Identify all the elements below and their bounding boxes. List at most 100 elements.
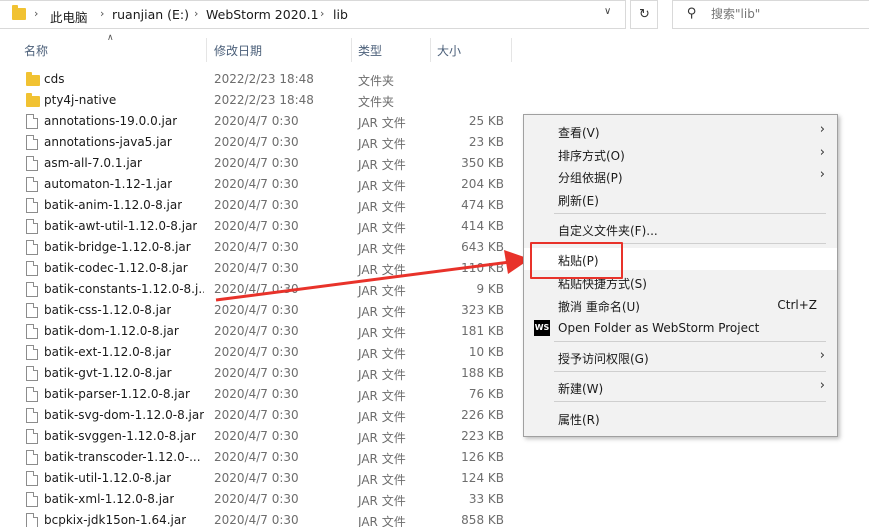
file-type: JAR 文件	[358, 389, 406, 403]
menu-item-label: 自定义文件夹(F)...	[558, 224, 658, 238]
file-date: 2020/4/7 0:30	[214, 156, 299, 170]
file-icon	[26, 240, 38, 255]
column-divider[interactable]	[206, 38, 207, 62]
file-row[interactable]: batik-css-1.12.0-8.jar 2020/4/7 0:30 JAR 文…	[0, 300, 520, 321]
address-bar-area: › 此电脑 › ruanjian (E:) › WebStorm 2020.1 …	[0, 0, 869, 30]
file-size: 226 KB	[461, 408, 504, 422]
menu-item-view[interactable]: 查看(V) ›	[524, 120, 837, 142]
column-divider[interactable]	[351, 38, 352, 62]
menu-item-properties[interactable]: 属性(R)	[524, 407, 837, 429]
file-type: JAR 文件	[358, 221, 406, 235]
file-row[interactable]: bcpkix-jdk15on-1.64.jar 2020/4/7 0:30 JAR …	[0, 510, 520, 527]
file-date: 2020/4/7 0:30	[214, 219, 299, 233]
refresh-button[interactable]: ↻	[630, 0, 658, 29]
file-row[interactable]: batik-parser-1.12.0-8.jar 2020/4/7 0:30 JA…	[0, 384, 520, 405]
menu-item-customize-folder[interactable]: 自定义文件夹(F)...	[524, 218, 837, 240]
file-date: 2020/4/7 0:30	[214, 240, 299, 254]
menu-item-undo-rename[interactable]: 撤消 重命名(U) Ctrl+Z	[524, 294, 837, 316]
file-row[interactable]: batik-dom-1.12.0-8.jar 2020/4/7 0:30 JAR 文…	[0, 321, 520, 342]
file-row[interactable]: annotations-java5.jar 2020/4/7 0:30 JAR 文件…	[0, 132, 520, 153]
file-date: 2020/4/7 0:30	[214, 387, 299, 401]
file-row[interactable]: batik-gvt-1.12.0-8.jar 2020/4/7 0:30 JAR 文…	[0, 363, 520, 384]
breadcrumb-this-pc[interactable]: 此电脑	[50, 7, 88, 26]
file-icon	[26, 429, 38, 444]
chevron-right-icon: ›	[819, 167, 825, 182]
chevron-right-icon[interactable]: ›	[100, 7, 104, 20]
file-row[interactable]: asm-all-7.0.1.jar 2020/4/7 0:30 JAR 文件 350 …	[0, 153, 520, 174]
file-type: JAR 文件	[358, 179, 406, 193]
chevron-right-icon[interactable]: ›	[194, 7, 198, 20]
file-row[interactable]: automaton-1.12-1.jar 2020/4/7 0:30 JAR 文件 2…	[0, 174, 520, 195]
file-size: 350 KB	[461, 156, 504, 170]
file-name: annotations-19.0.0.jar	[44, 114, 178, 128]
column-divider[interactable]	[511, 38, 512, 62]
sort-arrow-icon: ∧	[107, 33, 114, 43]
file-type: JAR 文件	[358, 284, 406, 298]
menu-item-open-webstorm[interactable]: WS Open Folder as WebStorm Project	[524, 317, 837, 339]
file-row[interactable]: batik-bridge-1.12.0-8.jar 2020/4/7 0:30 JA…	[0, 237, 520, 258]
file-row[interactable]: batik-svg-dom-1.12.0-8.jar 2020/4/7 0:30 J…	[0, 405, 520, 426]
file-row[interactable]: batik-ext-1.12.0-8.jar 2020/4/7 0:30 JAR 文…	[0, 342, 520, 363]
file-icon	[26, 177, 38, 192]
file-name: batik-bridge-1.12.0-8.jar	[44, 240, 191, 254]
search-input[interactable]	[711, 7, 861, 21]
file-size: 474 KB	[461, 198, 504, 212]
file-icon	[26, 345, 38, 360]
address-bar[interactable]: › 此电脑 › ruanjian (E:) › WebStorm 2020.1 …	[0, 0, 626, 29]
file-row[interactable]: cds 2022/2/23 18:48 文件夹	[0, 69, 520, 90]
menu-item-label: 新建(W)	[558, 382, 604, 396]
file-type: JAR 文件	[358, 158, 406, 172]
file-name: pty4j-native	[44, 93, 117, 107]
file-date: 2020/4/7 0:30	[214, 408, 299, 422]
file-row[interactable]: batik-svggen-1.12.0-8.jar 2020/4/7 0:30 JA…	[0, 426, 520, 447]
chevron-down-icon[interactable]: ∨	[604, 6, 611, 17]
file-icon	[26, 450, 38, 465]
menu-item-group[interactable]: 分组依据(P) ›	[524, 165, 837, 187]
menu-separator	[554, 213, 826, 214]
column-size[interactable]: 大小	[437, 42, 461, 59]
column-type[interactable]: 类型	[358, 42, 382, 59]
menu-item-label: 排序方式(O)	[558, 149, 625, 163]
file-icon	[26, 513, 38, 527]
file-row[interactable]: annotations-19.0.0.jar 2020/4/7 0:30 JAR 文…	[0, 111, 520, 132]
file-icon	[26, 261, 38, 276]
file-type: JAR 文件	[358, 263, 406, 277]
file-row[interactable]: batik-codec-1.12.0-8.jar 2020/4/7 0:30 JAR…	[0, 258, 520, 279]
column-divider[interactable]	[430, 38, 431, 62]
file-name: automaton-1.12-1.jar	[44, 177, 173, 191]
column-name[interactable]: 名称	[24, 42, 48, 59]
column-date[interactable]: 修改日期	[214, 42, 262, 59]
menu-item-refresh[interactable]: 刷新(E)	[524, 188, 837, 210]
file-row[interactable]: batik-anim-1.12.0-8.jar 2020/4/7 0:30 JAR …	[0, 195, 520, 216]
chevron-right-icon[interactable]: ›	[320, 7, 324, 20]
chevron-right-icon: ›	[819, 145, 825, 160]
file-size: 124 KB	[461, 471, 504, 485]
file-type: JAR 文件	[358, 473, 406, 487]
file-type: JAR 文件	[358, 137, 406, 151]
menu-item-grant-access[interactable]: 授予访问权限(G) ›	[524, 346, 837, 368]
file-type: JAR 文件	[358, 116, 406, 130]
file-date: 2020/4/7 0:30	[214, 198, 299, 212]
file-row[interactable]: batik-xml-1.12.0-8.jar 2020/4/7 0:30 JAR 文…	[0, 489, 520, 510]
file-row[interactable]: batik-awt-util-1.12.0-8.jar 2020/4/7 0:30…	[0, 216, 520, 237]
file-row[interactable]: batik-constants-1.12.0-8.j... 2020/4/7 0:…	[0, 279, 520, 300]
chevron-right-icon: ›	[819, 122, 825, 137]
file-row[interactable]: batik-transcoder-1.12.0-... 2020/4/7 0:30…	[0, 447, 520, 468]
breadcrumb-drive[interactable]: ruanjian (E:)	[112, 7, 189, 22]
file-date: 2022/2/23 18:48	[214, 93, 314, 107]
menu-item-new[interactable]: 新建(W) ›	[524, 376, 837, 398]
file-name: batik-svggen-1.12.0-8.jar	[44, 429, 196, 443]
menu-item-sort[interactable]: 排序方式(O) ›	[524, 143, 837, 165]
file-size: 110 KB	[461, 261, 504, 275]
file-type: JAR 文件	[358, 200, 406, 214]
search-box[interactable]: ⚲	[672, 0, 869, 29]
chevron-right-icon[interactable]: ›	[34, 7, 38, 20]
file-name: batik-util-1.12.0-8.jar	[44, 471, 172, 485]
file-name: batik-gvt-1.12.0-8.jar	[44, 366, 172, 380]
file-size: 23 KB	[468, 135, 504, 149]
breadcrumb-webstorm[interactable]: WebStorm 2020.1	[206, 7, 319, 22]
file-size: 126 KB	[461, 450, 504, 464]
file-row[interactable]: batik-util-1.12.0-8.jar 2020/4/7 0:30 JAR …	[0, 468, 520, 489]
file-row[interactable]: pty4j-native 2022/2/23 18:48 文件夹	[0, 90, 520, 111]
breadcrumb-lib[interactable]: lib	[333, 7, 348, 22]
